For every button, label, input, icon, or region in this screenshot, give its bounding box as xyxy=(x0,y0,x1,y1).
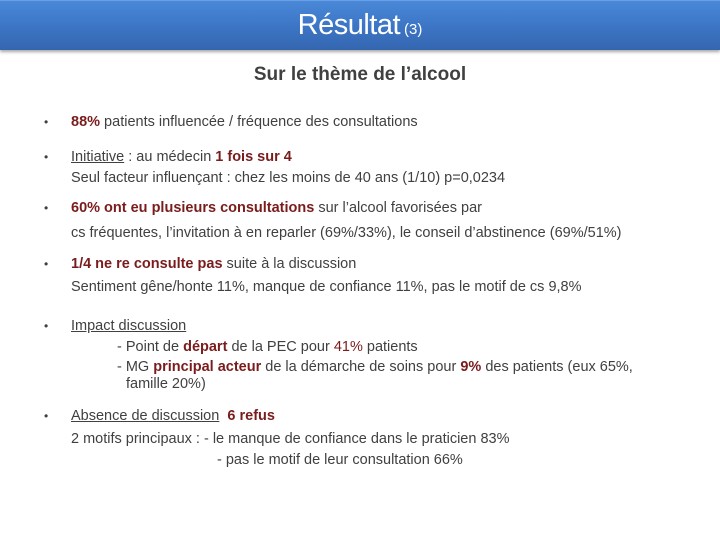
bullet-label: Impact discussion xyxy=(71,318,187,334)
slide-title-number: (3) xyxy=(404,21,423,38)
bullet-icon: • xyxy=(44,319,49,333)
sub-item-text: - MG xyxy=(117,359,154,375)
sub-item-text: des patients (eux 65%, xyxy=(481,359,633,375)
bullet-icon: • xyxy=(44,257,49,271)
sub-item: - Point de départ de la PEC pour 41% pat… xyxy=(71,337,711,357)
highlight-text: principal acteur xyxy=(153,359,262,375)
bullet-icon: • xyxy=(44,201,49,215)
highlight-text: départ xyxy=(183,339,228,355)
bullet-detail: Sentiment gêne/honte 11%, manque de conf… xyxy=(71,279,582,295)
sub-item-text: - Point de xyxy=(117,339,184,355)
bullet-text: : au médecin xyxy=(124,149,216,165)
bullet-icon: • xyxy=(44,150,49,164)
bullet-detail: 2 motifs principaux : - le manque de con… xyxy=(71,431,510,447)
highlight-text: 6 refus xyxy=(227,408,275,424)
slide-subtitle: Sur le thème de l’alcool xyxy=(253,64,467,85)
sub-item-text: de la PEC pour xyxy=(227,339,334,355)
bullet-icon: • xyxy=(44,409,49,423)
highlight-text: 9% xyxy=(460,359,482,375)
slide-title: Résultat xyxy=(297,9,401,41)
bullet-icon: • xyxy=(44,115,49,129)
highlight-text: 88% xyxy=(71,114,101,130)
bullet-text: sur l’alcool favorisées par xyxy=(314,200,482,216)
slide-header: Résultat (3) xyxy=(0,0,720,50)
highlight-text: 41% xyxy=(333,339,363,355)
bullet-text: patients influencée / fréquence des cons… xyxy=(100,114,418,130)
bullet-label: Initiative xyxy=(71,149,125,165)
bullet-detail: Seul facteur influençant : chez les moin… xyxy=(71,170,506,186)
sub-item-text: patients xyxy=(362,339,418,355)
bullet-detail: cs fréquentes, l’invitation à en reparle… xyxy=(71,225,622,241)
sub-item: - MG principal acteur de la démarche de … xyxy=(71,357,711,377)
bullet-detail: - pas le motif de leur consultation 66% xyxy=(217,452,463,468)
highlight-text: 1/4 ne re consulte pas xyxy=(71,256,223,272)
bullet-text: suite à la discussion xyxy=(222,256,357,272)
sub-item-continuation: famille 20%) xyxy=(126,376,206,392)
highlight-text: 1 fois sur 4 xyxy=(215,149,292,165)
bullet-label: Absence de discussion xyxy=(71,408,220,424)
sub-item-text: de la démarche de soins pour xyxy=(261,359,461,375)
highlight-text: 60% ont eu plusieurs consultations xyxy=(71,200,315,216)
